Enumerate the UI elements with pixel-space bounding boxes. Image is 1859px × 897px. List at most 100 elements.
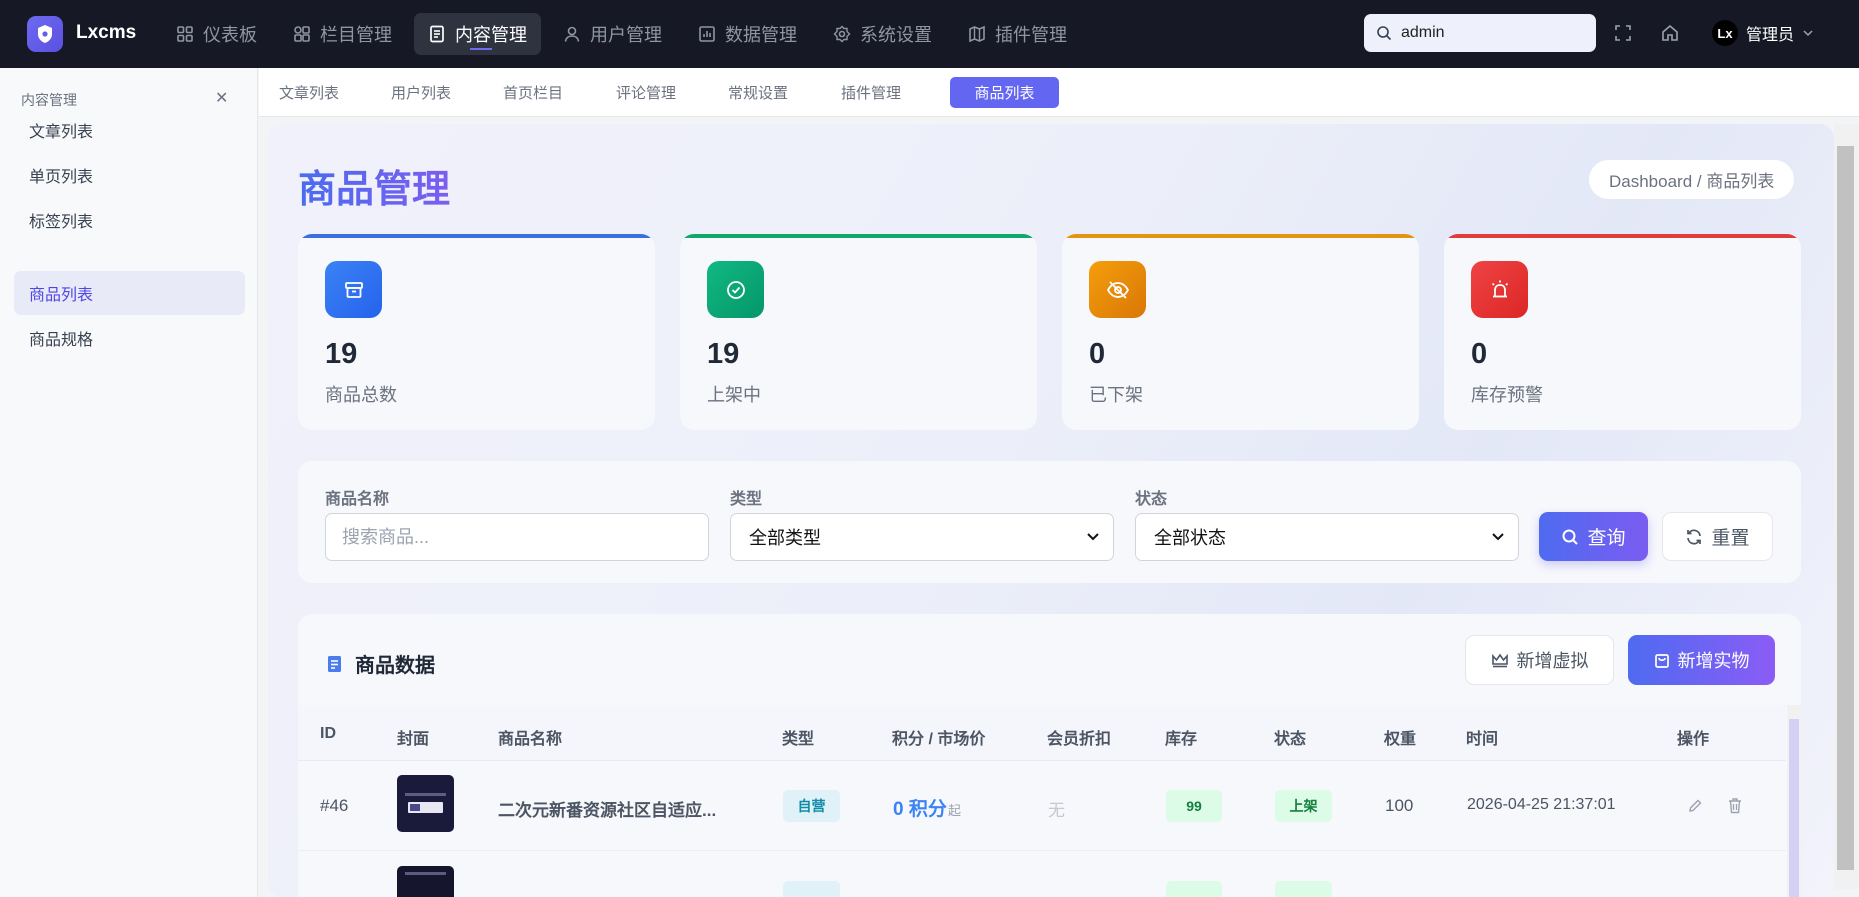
tab-comments[interactable]: 评论管理: [616, 77, 676, 108]
check-circle-icon: [707, 261, 764, 318]
column-header-stock: 库存: [1165, 731, 1198, 748]
status-select-value: 全部状态: [1154, 528, 1226, 548]
cell-time: 2026-04-25 21:37:01: [1467, 796, 1616, 813]
stat-value: 19: [325, 338, 358, 370]
tab-home-columns[interactable]: 首页栏目: [503, 77, 563, 108]
grid-icon: [294, 26, 310, 42]
reset-button-label: 重置: [1711, 528, 1750, 549]
breadcrumb[interactable]: Dashboard / 商品列表: [1589, 160, 1795, 199]
add-virtual-button[interactable]: 新增虚拟: [1465, 635, 1614, 685]
user-icon: [564, 26, 580, 42]
status-badge: [1275, 881, 1332, 897]
name-filter-label: 商品名称: [325, 491, 390, 508]
type-badge: [783, 881, 840, 897]
home-icon[interactable]: [1661, 24, 1679, 42]
page-title: 商品管理: [298, 158, 450, 213]
nav-label: 栏目管理: [320, 25, 392, 45]
close-icon[interactable]: ✕: [215, 88, 228, 108]
product-name-input[interactable]: [325, 513, 709, 561]
column-header-weight: 权重: [1384, 731, 1417, 748]
stat-value: 0: [1471, 338, 1488, 370]
nav-dashboard[interactable]: 仪表板: [162, 13, 271, 55]
product-cover-image[interactable]: [397, 866, 454, 897]
dashboard-icon: [177, 26, 193, 42]
search-box[interactable]: [1364, 14, 1596, 52]
table-row[interactable]: [298, 852, 1786, 897]
eye-off-icon: [1089, 261, 1146, 318]
sidebar-item-pages[interactable]: 单页列表: [14, 153, 245, 197]
table-scrollbar[interactable]: [1787, 705, 1801, 897]
type-select[interactable]: 全部类型: [730, 513, 1114, 561]
logo-shield-icon[interactable]: [27, 16, 63, 52]
product-cover-image[interactable]: [397, 775, 454, 832]
tab-general-settings[interactable]: 常规设置: [728, 77, 788, 108]
query-button-label: 查询: [1587, 528, 1626, 549]
chevron-down-icon: [1087, 533, 1099, 541]
sidebar-item-tags[interactable]: 标签列表: [14, 198, 245, 242]
column-header-name: 商品名称: [498, 731, 563, 748]
trash-icon[interactable]: [1727, 797, 1743, 814]
table-row[interactable]: #46 二次元新番资源社区自适应... 自营 0 积分 起 无 99 上架 10…: [298, 761, 1786, 851]
tab-products[interactable]: 商品列表: [950, 77, 1059, 108]
cell-points: 0 积分: [893, 799, 947, 820]
reset-button[interactable]: 重置: [1662, 512, 1773, 561]
user-menu[interactable]: Lx 管理员: [1712, 20, 1814, 46]
app-name: Lxcms: [76, 22, 137, 43]
gear-icon: [833, 25, 851, 43]
table-header: ID 封面 商品名称 类型 积分 / 市场价 会员折扣 库存 状态 权重 时间 …: [298, 705, 1786, 761]
edit-icon[interactable]: [1687, 798, 1703, 814]
stat-accent-bar: [1444, 234, 1801, 238]
add-virtual-label: 新增虚拟: [1516, 651, 1589, 671]
fullscreen-icon[interactable]: [1614, 24, 1632, 42]
type-badge: 自营: [783, 790, 840, 822]
sidebar-item-specs[interactable]: 商品规格: [14, 316, 245, 360]
table-scrollbar-thumb[interactable]: [1789, 719, 1799, 897]
box-icon: [325, 261, 382, 318]
query-button[interactable]: 查询: [1539, 512, 1648, 561]
nav-plugins[interactable]: 插件管理: [954, 13, 1081, 55]
stat-value: 0: [1089, 338, 1106, 370]
nav-label: 仪表板: [203, 25, 257, 45]
add-real-button[interactable]: 新增实物: [1628, 635, 1775, 685]
chevron-down-icon: [1803, 30, 1813, 37]
sidebar-item-products[interactable]: 商品列表: [14, 271, 245, 315]
nav-users[interactable]: 用户管理: [549, 13, 676, 55]
nav-data[interactable]: 数据管理: [684, 13, 811, 55]
cell-id: #46: [320, 796, 349, 815]
nav-label: 系统设置: [860, 25, 932, 45]
nav-content[interactable]: 内容管理: [414, 13, 541, 55]
map-icon: [969, 25, 985, 43]
cell-points-suffix: 起: [948, 803, 962, 818]
stock-badge: 99: [1166, 790, 1222, 822]
column-header-discount: 会员折扣: [1047, 731, 1112, 748]
table-title: 商品数据: [325, 649, 435, 678]
nav-settings[interactable]: 系统设置: [819, 13, 946, 55]
product-table-card: 商品数据 新增虚拟 新增实物 ID 封面 商品名称 类型 积分 / 市场价 会员…: [298, 614, 1801, 897]
column-header-id: ID: [320, 725, 336, 742]
status-select[interactable]: 全部状态: [1135, 513, 1519, 561]
avatar: Lx: [1712, 20, 1738, 46]
page-scrollbar-thumb[interactable]: [1837, 146, 1854, 870]
user-name: 管理员: [1746, 27, 1795, 44]
sidebar-item-articles[interactable]: 文章列表: [14, 108, 245, 152]
stat-card-total: 19 商品总数: [298, 234, 655, 430]
stat-label: 上架中: [707, 385, 761, 405]
cell-product-name[interactable]: 二次元新番资源社区自适应...: [498, 796, 716, 821]
refresh-icon: [1687, 528, 1702, 545]
tab-articles[interactable]: 文章列表: [279, 77, 339, 108]
tab-users[interactable]: 用户列表: [391, 77, 451, 108]
column-header-actions: 操作: [1677, 731, 1710, 748]
top-bar: Lxcms 仪表板 栏目管理 内容管理 用户管理 数据管理 系统设置 插件管理: [0, 0, 1859, 68]
type-select-value: 全部类型: [749, 528, 821, 548]
nav-columns[interactable]: 栏目管理: [279, 13, 406, 55]
status-filter-label: 状态: [1135, 491, 1168, 508]
column-header-price: 积分 / 市场价: [892, 731, 986, 748]
stat-card-on-sale: 19 上架中: [680, 234, 1037, 430]
nav-label: 数据管理: [725, 25, 797, 45]
table-title-text: 商品数据: [355, 655, 435, 677]
stat-card-off-sale: 0 已下架: [1062, 234, 1419, 430]
search-input[interactable]: [1401, 24, 1581, 42]
nav-label: 用户管理: [590, 25, 662, 45]
sidebar: 内容管理 ✕ 文章列表 单页列表 标签列表 商品列表 商品规格: [0, 68, 258, 897]
tab-plugins[interactable]: 插件管理: [841, 77, 901, 108]
